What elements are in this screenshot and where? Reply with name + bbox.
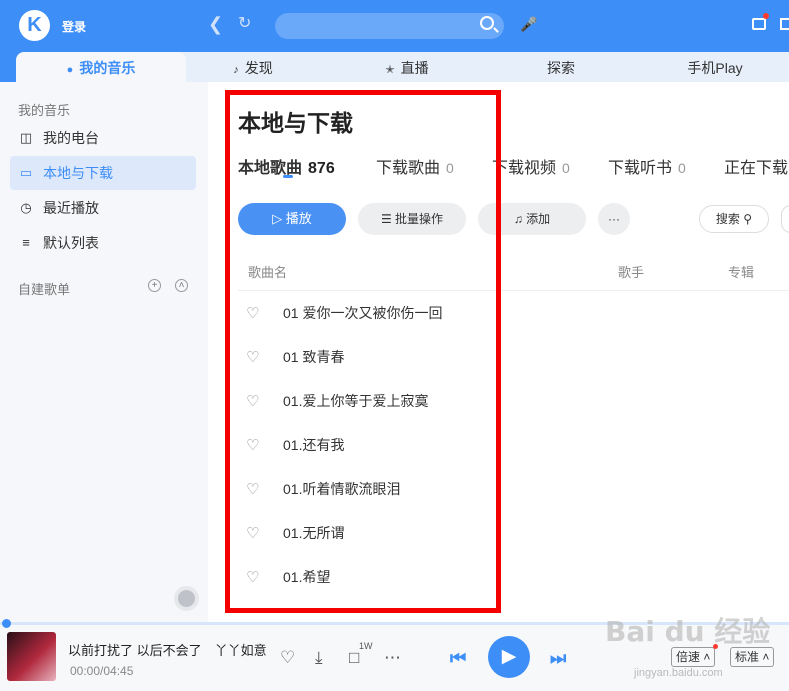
playback-time: 00:00/04:45 (70, 664, 134, 678)
collapse-icon[interactable]: ˄ (175, 279, 188, 292)
add-playlist-icon[interactable]: + (148, 279, 161, 292)
sidebar: 我的音乐 ◫ 我的电台 ▭ 本地与下载 ◷ 最近播放 ≡ 默认列表 自建歌单 + ˄ (0, 82, 208, 622)
assistant-icon[interactable] (174, 586, 199, 611)
tv-icon[interactable] (752, 18, 766, 30)
sidebar-heading: 我的音乐 (18, 103, 71, 118)
refresh-icon[interactable]: ↻ (238, 13, 251, 35)
speed-button[interactable]: 倍速 ˄ (671, 647, 716, 667)
like-icon[interactable]: ♡ (280, 648, 295, 668)
search-icon: ⚲ (739, 212, 753, 226)
more-options-icon[interactable]: ⋯ (384, 648, 401, 668)
sidebar-item-recent[interactable]: ◷ 最近播放 (10, 191, 196, 225)
tab-explore[interactable]: 探索 (476, 52, 646, 82)
subtab-downloaded-videos[interactable]: 下载视频 0 (492, 154, 570, 178)
album-cover[interactable] (7, 632, 56, 681)
user-icon: ● (66, 64, 74, 76)
highlight-box (225, 90, 501, 613)
tab-mobile-play[interactable]: 手机Play (630, 52, 789, 82)
clock-icon: ◷ (20, 200, 32, 215)
subtab-downloaded-audiobooks[interactable]: 下载听书 0 (608, 154, 686, 178)
disc-icon: ♪ (233, 64, 239, 76)
title-bar: K 登录 ❮ ↻ 🎤 (0, 0, 789, 52)
search-icon[interactable] (480, 16, 494, 30)
progress-handle[interactable] (2, 619, 11, 628)
mic-icon[interactable]: 🎤 (520, 16, 537, 33)
watermark-url: jingyan.baidu.com (634, 667, 723, 679)
view-toggle-button[interactable] (781, 205, 789, 233)
login-link[interactable]: 登录 (62, 18, 86, 35)
tab-live[interactable]: ✭ 直播 (322, 52, 492, 82)
main-tabs: ♪ 发现 ✭ 直播 探索 手机Play ● 我的音乐 (0, 52, 789, 82)
sidebar-item-local[interactable]: ▭ 本地与下载 (10, 156, 196, 190)
quality-button[interactable]: 标准 ˄ (730, 647, 775, 667)
back-icon[interactable]: ❮ (208, 13, 223, 35)
star-icon: ✭ (385, 64, 395, 76)
next-icon[interactable]: ⏭ (550, 648, 566, 669)
download-icon[interactable]: ⤓ (315, 648, 323, 668)
app-window: K 登录 ❮ ↻ 🎤 ♪ 发现 ✭ 直播 探索 手机Play ● 我的音乐 我的音乐 … (0, 0, 789, 691)
tab-discover[interactable]: ♪ 发现 (168, 52, 338, 82)
sidebar-item-default-list[interactable]: ≡ 默认列表 (10, 226, 196, 260)
radio-icon: ◫ (19, 130, 33, 145)
previous-icon[interactable]: ⏮ (450, 648, 466, 669)
list-icon: ≡ (22, 235, 30, 250)
play-button[interactable]: ▶ (488, 636, 530, 678)
column-header-album[interactable]: 专辑 (728, 262, 754, 281)
watermark-logo: Bai du 经验 (605, 615, 771, 648)
window-icon[interactable] (780, 18, 789, 30)
add-music-icon: ♫ (513, 212, 527, 226)
column-header-artist[interactable]: 歌手 (618, 262, 644, 281)
subtab-downloading[interactable]: 正在下载 (724, 154, 788, 178)
tab-my-music[interactable]: ● 我的音乐 (16, 52, 186, 82)
search-input[interactable] (275, 13, 504, 39)
now-playing-title[interactable]: 以前打扰了 以后不会了 丫丫如意 (68, 640, 267, 659)
computer-icon: ▭ (19, 165, 33, 180)
comment-count: 1W (359, 641, 373, 651)
more-button[interactable]: ··· (598, 203, 630, 235)
playlist-heading: 自建歌单 (18, 282, 71, 297)
comment-icon[interactable]: □ (349, 648, 359, 668)
notification-dot (763, 13, 769, 19)
sidebar-item-radio[interactable]: ◫ 我的电台 (10, 121, 196, 155)
list-search-input[interactable]: 搜索 ⚲ (699, 205, 769, 233)
app-logo[interactable]: K (19, 10, 50, 41)
